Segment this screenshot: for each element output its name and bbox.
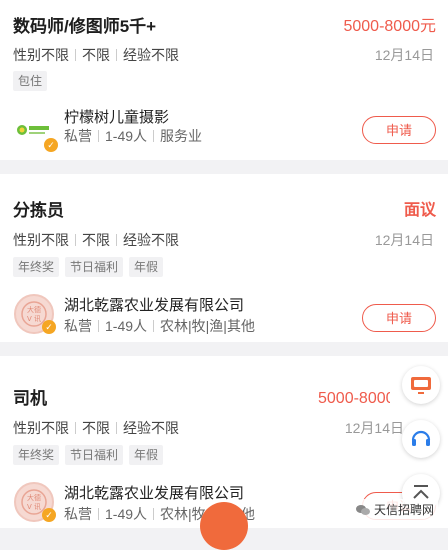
apply-button[interactable]: 申请 — [362, 116, 436, 144]
benefit-tags: 包住 — [13, 71, 48, 91]
company-logo: ✓ — [14, 110, 58, 152]
svg-text:大德: 大德 — [27, 305, 41, 314]
job-card[interactable]: 数码师/修图师5千+ 5000-8000元 性别不限 不限 经验不限 12月14日 … — [0, 0, 448, 160]
exp-req: 经验不限 — [123, 420, 179, 436]
svg-text:大德: 大德 — [27, 493, 41, 502]
company-name: 湖北乾露农业发展有限公司 — [64, 297, 245, 314]
post-date: 12月14日 — [374, 47, 434, 63]
exp-req: 经验不限 — [123, 47, 179, 63]
live-tv-button[interactable] — [402, 366, 440, 404]
benefit-tags: 年终奖 节日福利 年假 — [13, 445, 164, 465]
svg-text:V 讯: V 讯 — [27, 503, 41, 511]
benefit-tag: 节日福利 — [65, 257, 124, 277]
job-salary: 面议 — [403, 202, 436, 219]
watermark: 天信招聘网 — [351, 499, 438, 520]
company-name: 柠檬树儿童摄影 — [64, 109, 170, 126]
edu-req: 不限 — [82, 232, 110, 248]
company-meta: 私营 1-49人农林|牧|渔|其他 — [64, 316, 259, 336]
publish-fab[interactable] — [200, 502, 248, 550]
wechat-icon — [355, 504, 370, 515]
benefit-tag: 年假 — [129, 257, 164, 277]
job-requirements: 性别不限 不限 经验不限 — [13, 230, 179, 250]
company-type: 私营 — [64, 128, 92, 144]
gender-req: 性别不限 — [13, 420, 69, 436]
benefit-tag: 年终奖 — [13, 257, 60, 277]
company-industry: 服务业 — [160, 128, 203, 144]
company-name: 湖北乾露农业发展有限公司 — [64, 485, 245, 502]
post-date: 12月14日 — [344, 420, 404, 436]
gender-req: 性别不限 — [13, 47, 69, 63]
edu-req: 不限 — [82, 47, 110, 63]
benefit-tag: 年假 — [129, 445, 164, 465]
benefit-tag: 包住 — [13, 71, 48, 91]
edu-req: 不限 — [82, 420, 110, 436]
verified-icon: ✓ — [42, 508, 56, 522]
exp-req: 经验不限 — [123, 232, 179, 248]
company-industry: 农林|牧|渔|其他 — [160, 318, 255, 334]
tv-icon — [411, 377, 431, 394]
company-logo: 大德 V 讯 ✓ — [14, 294, 56, 334]
lemon-tree-logo-icon — [17, 125, 49, 135]
benefit-tags: 年终奖 节日福利 年假 — [13, 257, 164, 277]
company-size: 1-49人 — [105, 318, 148, 334]
watermark-text: 天信招聘网 — [373, 503, 434, 517]
benefit-tag: 节日福利 — [65, 445, 124, 465]
job-salary: 5000-8000元 — [343, 18, 436, 35]
verified-icon: ✓ — [42, 320, 56, 334]
job-requirements: 性别不限 不限 经验不限 — [13, 45, 179, 65]
company-type: 私营 — [64, 318, 92, 334]
apply-button[interactable]: 申请 — [362, 304, 436, 332]
post-date: 12月14日 — [374, 232, 434, 248]
job-title: 司机 — [13, 389, 47, 408]
svg-text:V 讯: V 讯 — [27, 315, 41, 323]
headset-icon — [411, 430, 431, 446]
job-salary: 5000-8000元 — [318, 390, 390, 407]
company-size: 1-49人 — [105, 506, 148, 522]
company-logo: 大德 V 讯 ✓ — [14, 482, 56, 522]
customer-service-button[interactable] — [402, 420, 440, 458]
job-title: 数码师/修图师5千+ — [13, 17, 157, 36]
gender-req: 性别不限 — [13, 232, 69, 248]
job-requirements: 性别不限 不限 经验不限 — [13, 418, 179, 438]
benefit-tag: 年终奖 — [13, 445, 60, 465]
company-meta: 私营 1-49人 服务业 — [64, 126, 202, 146]
job-card[interactable]: 分拣员 面议 性别不限 不限 经验不限 12月14日 年终奖 节日福利 年假 大德 … — [0, 174, 448, 342]
company-type: 私营 — [64, 506, 92, 522]
job-title: 分拣员 — [13, 201, 64, 220]
verified-icon: ✓ — [44, 138, 58, 152]
company-size: 1-49人 — [105, 128, 148, 144]
